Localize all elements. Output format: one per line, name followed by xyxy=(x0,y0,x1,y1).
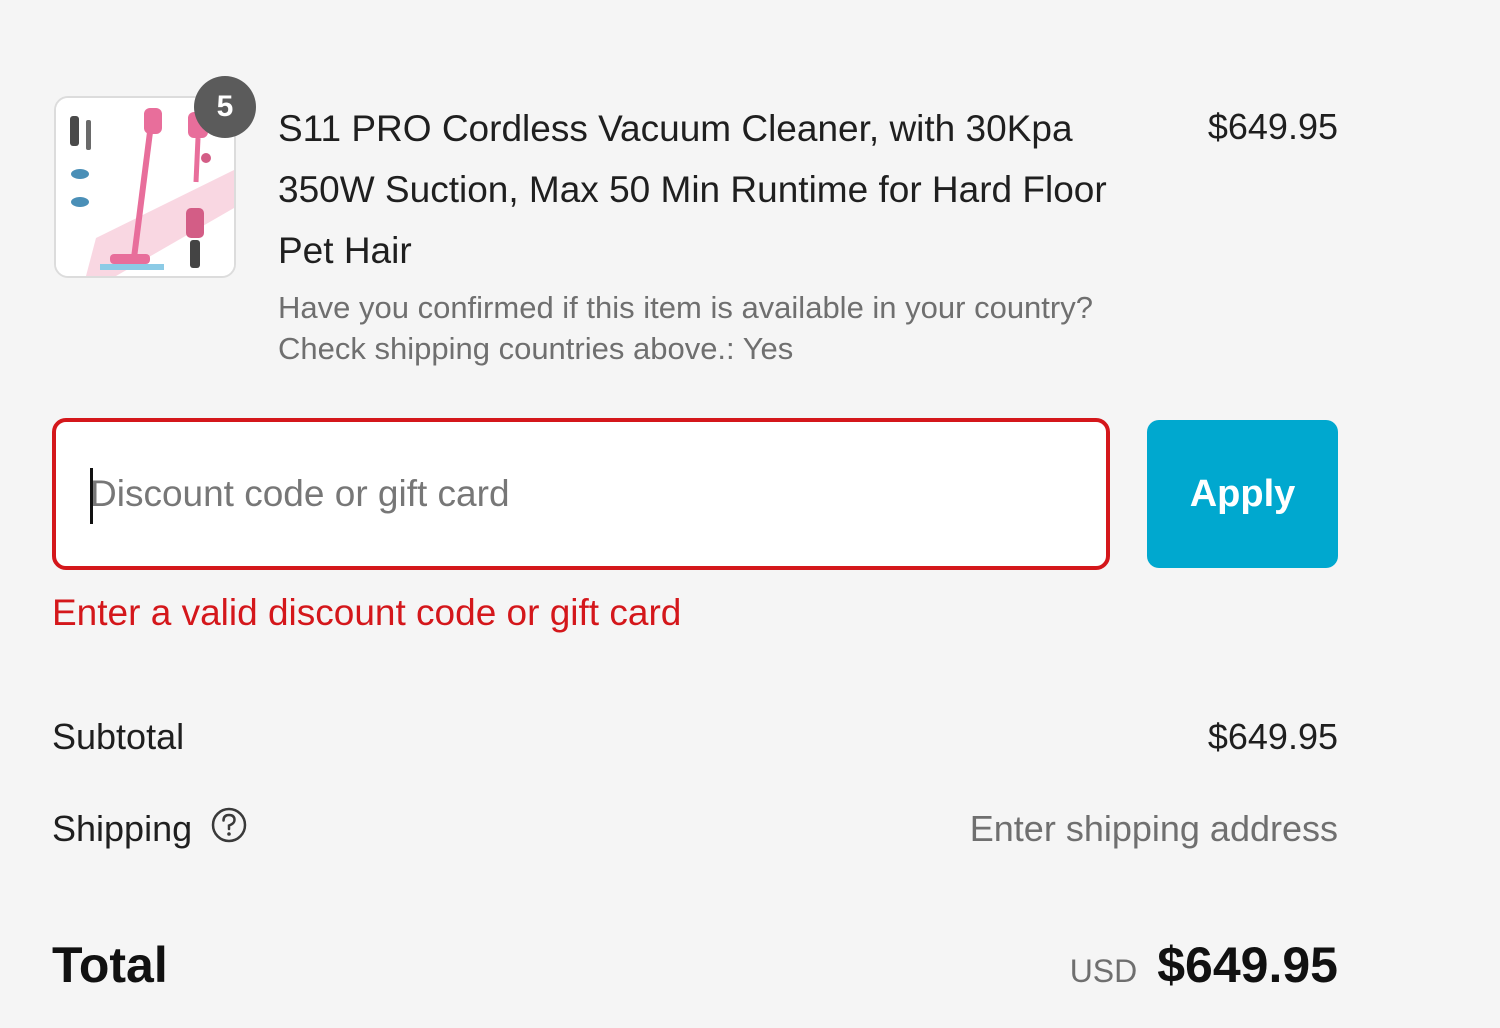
shipping-row: Shipping Enter shipping address xyxy=(52,804,1338,854)
discount-code-input[interactable] xyxy=(86,422,1080,566)
quantity-badge: 5 xyxy=(194,76,256,138)
subtotal-value: $649.95 xyxy=(1207,716,1338,757)
subtotal-row: Subtotal $649.95 xyxy=(52,712,1338,762)
product-variant-note: Have you confirmed if this item is avail… xyxy=(278,290,1093,366)
total-amount-group: USD $649.95 xyxy=(1070,936,1338,994)
total-row: Total USD $649.95 xyxy=(52,930,1338,1000)
discount-error-message: Enter a valid discount code or gift card xyxy=(52,592,682,633)
product-price: $649.95 xyxy=(1207,106,1338,147)
discount-field[interactable] xyxy=(52,418,1110,570)
subtotal-label: Subtotal xyxy=(52,716,185,757)
line-item: 5 S11 PRO Cordless Vacuum Cleaner, with … xyxy=(52,76,1338,369)
shipping-label: Shipping xyxy=(52,808,193,849)
total-amount: $649.95 xyxy=(1157,937,1338,993)
apply-button[interactable]: Apply xyxy=(1147,420,1338,568)
help-circle-icon[interactable] xyxy=(210,806,248,853)
shipping-label-group: Shipping xyxy=(52,806,248,853)
total-label: Total xyxy=(52,937,168,993)
discount-form: Apply xyxy=(52,418,1338,570)
product-title: S11 PRO Cordless Vacuum Cleaner, with 30… xyxy=(278,108,1107,271)
shipping-value: Enter shipping address xyxy=(969,808,1338,849)
product-info: S11 PRO Cordless Vacuum Cleaner, with 30… xyxy=(278,96,1138,369)
order-summary: 5 S11 PRO Cordless Vacuum Cleaner, with … xyxy=(52,0,1338,1028)
currency-code: USD xyxy=(1069,953,1138,989)
text-cursor xyxy=(90,468,93,524)
